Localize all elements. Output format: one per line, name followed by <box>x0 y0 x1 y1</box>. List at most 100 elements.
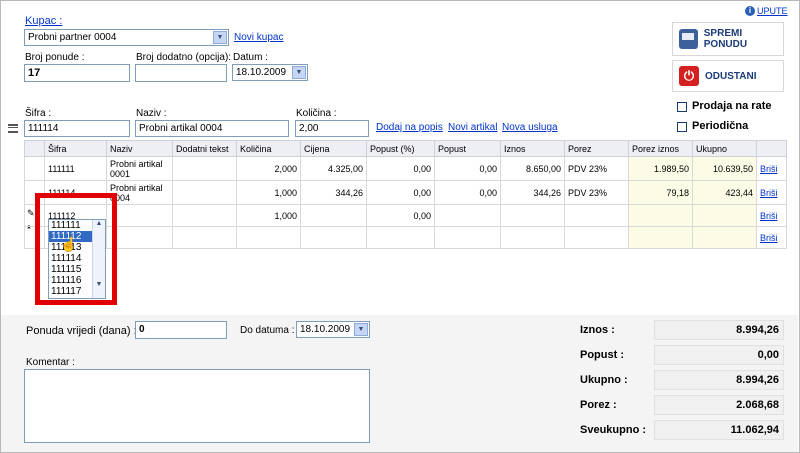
cell-naziv[interactable]: Probni artikal 0001 <box>106 156 173 181</box>
cell-popust-pct[interactable]: 0,00 <box>366 180 435 205</box>
cell-cijena[interactable]: 4.325,00 <box>300 156 367 181</box>
summary-ukupno-value: 8.994,26 <box>654 370 784 390</box>
cell-cijena[interactable]: 344,26 <box>300 180 367 205</box>
cell-popust <box>434 226 501 249</box>
cell-kolicina[interactable] <box>236 226 301 249</box>
cell-dodatni[interactable] <box>172 204 237 227</box>
delete-row-link[interactable]: Briši <box>756 204 787 227</box>
scroll-down-icon[interactable]: ▼ <box>93 281 105 288</box>
column-header[interactable]: Šifra <box>44 140 107 157</box>
delete-row-link[interactable]: Briši <box>756 226 787 249</box>
cell-popust: 0,00 <box>434 156 501 181</box>
cell-popust-pct[interactable]: 0,00 <box>366 156 435 181</box>
cell-cijena[interactable] <box>300 226 367 249</box>
sifra-autocomplete-list[interactable]: 111111 111112 111113 111114 111115 11111… <box>48 219 106 299</box>
summary-iznos-value: 8.994,26 <box>654 320 784 340</box>
table-row[interactable]: 111111 Probni artikal 0001 2,000 4.325,0… <box>24 156 787 181</box>
summary-popust-value: 0,00 <box>654 345 784 365</box>
ponuda-vrijedi-label: Ponuda vrijedi (dana) : <box>26 325 137 337</box>
ponuda-vrijedi-field[interactable]: 0 <box>135 321 227 339</box>
kupac-link[interactable]: Kupac : <box>25 15 62 27</box>
column-header[interactable]: Cijena <box>300 140 367 157</box>
broj-ponude-field[interactable]: 17 <box>24 64 130 82</box>
summary-popust-text: 0,00 <box>757 349 779 361</box>
table-row-editing[interactable]: 111112 1,000 0,00 Briši <box>24 204 787 227</box>
cell-porez[interactable] <box>564 204 629 227</box>
info-icon: i <box>745 6 755 16</box>
dropdown-scrollbar[interactable]: ▲ ▼ <box>92 220 105 298</box>
row-selector[interactable] <box>24 180 45 205</box>
cell-iznos: 8.650,00 <box>500 156 565 181</box>
do-datuma-label: Do datuma : <box>240 325 295 336</box>
cell-porez[interactable]: PDV 23% <box>564 156 629 181</box>
nova-usluga-link[interactable]: Nova usluga <box>502 122 558 133</box>
column-header[interactable]: Porez iznos <box>628 140 693 157</box>
summary-porez-label: Porez : <box>580 399 617 411</box>
column-header[interactable]: Naziv <box>106 140 173 157</box>
column-header[interactable]: Ukupno <box>692 140 757 157</box>
cell-kolicina[interactable]: 1,000 <box>236 180 301 205</box>
cancel-button[interactable]: ⏻ ODUSTANI <box>672 60 784 92</box>
naziv-field[interactable]: Probni artikal 0004 <box>135 120 289 137</box>
dodaj-na-popis-link[interactable]: Dodaj na popis <box>376 122 443 133</box>
row-selector[interactable] <box>24 204 45 227</box>
periodicna-label: Periodična <box>692 120 749 132</box>
cell-naziv[interactable] <box>106 204 173 227</box>
chevron-down-icon: ▼ <box>354 323 368 336</box>
column-header[interactable]: Iznos <box>500 140 565 157</box>
cell-popust-pct[interactable] <box>366 226 435 249</box>
table-row-new[interactable]: Briši <box>24 226 787 249</box>
summary-iznos-text: 8.994,26 <box>736 324 779 336</box>
column-header[interactable]: Količina <box>236 140 301 157</box>
column-header[interactable]: Porez <box>564 140 629 157</box>
cell-kolicina[interactable]: 2,000 <box>236 156 301 181</box>
cell-porez[interactable] <box>564 226 629 249</box>
kupac-value: Probni partner 0004 <box>28 32 117 43</box>
scroll-up-icon[interactable]: ▲ <box>93 220 105 227</box>
sifra-label: Šifra : <box>25 108 52 119</box>
novi-artikal-link[interactable]: Novi artikal <box>448 122 497 133</box>
komentar-textarea[interactable] <box>24 369 370 443</box>
cell-dodatni[interactable] <box>172 156 237 181</box>
sifra-field[interactable]: 111114 <box>24 120 130 137</box>
upute-label: UPUTE <box>757 6 788 16</box>
cell-ukupno: 423,44 <box>692 180 757 205</box>
cell-sifra[interactable]: 111111 <box>44 156 107 181</box>
cell-sifra[interactable]: 111114 <box>44 180 107 205</box>
row-selector[interactable] <box>24 226 45 249</box>
row-selector[interactable] <box>24 156 45 181</box>
upute-link[interactable]: i UPUTE <box>745 6 788 16</box>
delete-row-link[interactable]: Briši <box>756 180 787 205</box>
periodicna-checkbox[interactable] <box>677 122 687 132</box>
delete-row-link[interactable]: Briši <box>756 156 787 181</box>
row-selector-header <box>24 140 45 157</box>
summary-porez-value: 2.068,68 <box>654 395 784 415</box>
kolicina-field[interactable]: 2,00 <box>295 120 369 137</box>
datum-picker[interactable]: 18.10.2009 ▼ <box>232 64 308 81</box>
column-header[interactable]: Popust <box>434 140 501 157</box>
do-datuma-picker[interactable]: 18.10.2009 ▼ <box>296 321 370 338</box>
cell-iznos: 344,26 <box>500 180 565 205</box>
do-datuma-value: 18.10.2009 <box>300 324 351 335</box>
cell-porez[interactable]: PDV 23% <box>564 180 629 205</box>
summary-iznos-label: Iznos : <box>580 324 615 336</box>
save-button[interactable]: SPREMI PONUDU <box>672 22 784 56</box>
column-header[interactable]: Dodatni tekst <box>172 140 237 157</box>
cell-dodatni[interactable] <box>172 226 237 249</box>
broj-dodatno-field[interactable] <box>135 64 227 82</box>
cell-kolicina[interactable]: 1,000 <box>236 204 301 227</box>
prodaja-na-rate-checkbox[interactable] <box>677 102 687 112</box>
chevron-down-icon: ▼ <box>213 31 227 44</box>
cell-dodatni[interactable] <box>172 180 237 205</box>
cell-iznos <box>500 204 565 227</box>
cell-naziv[interactable] <box>106 226 173 249</box>
table-row[interactable]: 111114 Probni artikal 0004 1,000 344,26 … <box>24 180 787 205</box>
novi-kupac-link[interactable]: Novi kupac <box>234 32 283 43</box>
cell-popust-pct[interactable]: 0,00 <box>366 204 435 227</box>
kupac-select[interactable]: Probni partner 0004 ▼ <box>24 29 229 46</box>
cell-naziv[interactable]: Probni artikal 0004 <box>106 180 173 205</box>
cell-cijena[interactable] <box>300 204 367 227</box>
summary-porez-text: 2.068,68 <box>736 399 779 411</box>
cell-porez-iznos: 79,18 <box>628 180 693 205</box>
column-header[interactable]: Popust (%) <box>366 140 435 157</box>
